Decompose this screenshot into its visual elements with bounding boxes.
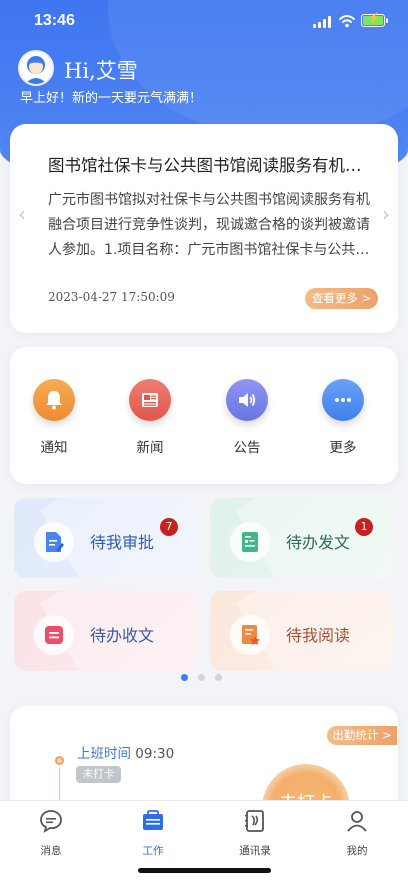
newspaper-icon <box>129 379 171 421</box>
quick-item-notice[interactable]: 通知 <box>24 379 84 456</box>
attendance-stats-button[interactable]: 出勤统计 > <box>327 726 397 745</box>
task-pending-receive[interactable]: 待办收文 <box>14 591 198 671</box>
tab-contacts[interactable]: 通讯录 <box>220 808 290 858</box>
tab-label: 工作 <box>142 845 164 857</box>
user-greeting-name: Hi,艾雪 <box>64 59 138 83</box>
task-label: 待办收文 <box>90 626 155 645</box>
tab-label: 消息 <box>40 845 62 857</box>
more-icon <box>322 379 364 421</box>
page-dot[interactable] <box>198 674 205 681</box>
quick-item-news[interactable]: 新闻 <box>120 379 180 456</box>
profile-icon <box>347 811 367 832</box>
contacts-icon <box>245 810 264 832</box>
message-icon <box>40 810 62 833</box>
page-dot[interactable] <box>181 674 188 681</box>
tab-work[interactable]: 工作 <box>118 808 188 858</box>
quick-item-announcement[interactable]: 公告 <box>217 379 277 456</box>
timeline-dot <box>55 756 64 765</box>
speaker-icon <box>226 379 268 421</box>
notice-title[interactable]: 图书馆社保卡与公共图书馆阅读服务有机… <box>48 152 378 176</box>
notice-body: 广元市图书馆拟对社保卡与公共图书馆阅读服务有机融合项目进行竞争性谈判，现诚邀合格… <box>48 192 370 258</box>
work-start-time: 上班时间 09:30 <box>77 742 174 762</box>
notice-card[interactable]: ‹ › 图书馆社保卡与公共图书馆阅读服务有机… 广元市图书馆拟对社保卡与公共图书… <box>10 124 398 333</box>
work-start-value: 09:30 <box>135 746 175 762</box>
bell-icon <box>33 379 75 421</box>
tab-messages[interactable]: 消息 <box>16 808 86 858</box>
chevron-right-icon[interactable]: › <box>382 202 390 226</box>
badge-count: 1 <box>355 518 373 536</box>
punch-status-badge: 未打卡 <box>76 766 121 783</box>
quick-label-announcement: 公告 <box>233 440 261 456</box>
notice-date: 2023-04-27 17:50:09 <box>48 290 175 304</box>
read-doc-icon <box>230 615 270 655</box>
quick-actions-card: 通知 新闻 公告 更多 <box>10 347 398 484</box>
approval-doc-icon <box>34 522 74 562</box>
quick-label-more: 更多 <box>329 440 357 456</box>
send-doc-icon <box>230 522 270 562</box>
page-indicator <box>181 674 222 681</box>
tab-label: 我的 <box>346 845 368 857</box>
wifi-icon <box>339 15 355 28</box>
badge-count: 7 <box>160 518 178 536</box>
avatar[interactable] <box>18 50 54 86</box>
signal-icon <box>313 16 333 28</box>
status-time: 13:46 <box>34 12 75 29</box>
status-bar: 13:46 ⚡ <box>0 0 408 44</box>
task-label: 待我审批 <box>90 533 155 552</box>
task-label: 待办发文 <box>286 533 351 552</box>
tab-label: 通讯录 <box>239 845 271 857</box>
work-icon <box>143 810 163 830</box>
view-more-button[interactable]: 查看更多 > <box>305 288 378 309</box>
receive-doc-icon <box>34 615 74 655</box>
task-pending-dispatch[interactable]: 待办发文 1 <box>210 498 394 578</box>
tab-profile[interactable]: 我的 <box>322 808 392 858</box>
battery-icon: ⚡ <box>361 13 388 27</box>
task-pending-read[interactable]: 待我阅读 <box>210 591 394 671</box>
quick-item-more[interactable]: 更多 <box>313 379 373 456</box>
work-start-label: 上班时间 <box>77 746 131 762</box>
greeting-subtitle: 早上好！新的一天要元气满满！ <box>20 91 203 106</box>
quick-label-news: 新闻 <box>136 440 164 456</box>
task-label: 待我阅读 <box>286 626 351 645</box>
page-dot[interactable] <box>215 674 222 681</box>
chevron-left-icon[interactable]: ‹ <box>18 202 26 226</box>
quick-label-notice: 通知 <box>40 440 68 456</box>
home-indicator <box>138 868 271 873</box>
task-pending-approval[interactable]: 待我审批 7 <box>14 498 198 578</box>
